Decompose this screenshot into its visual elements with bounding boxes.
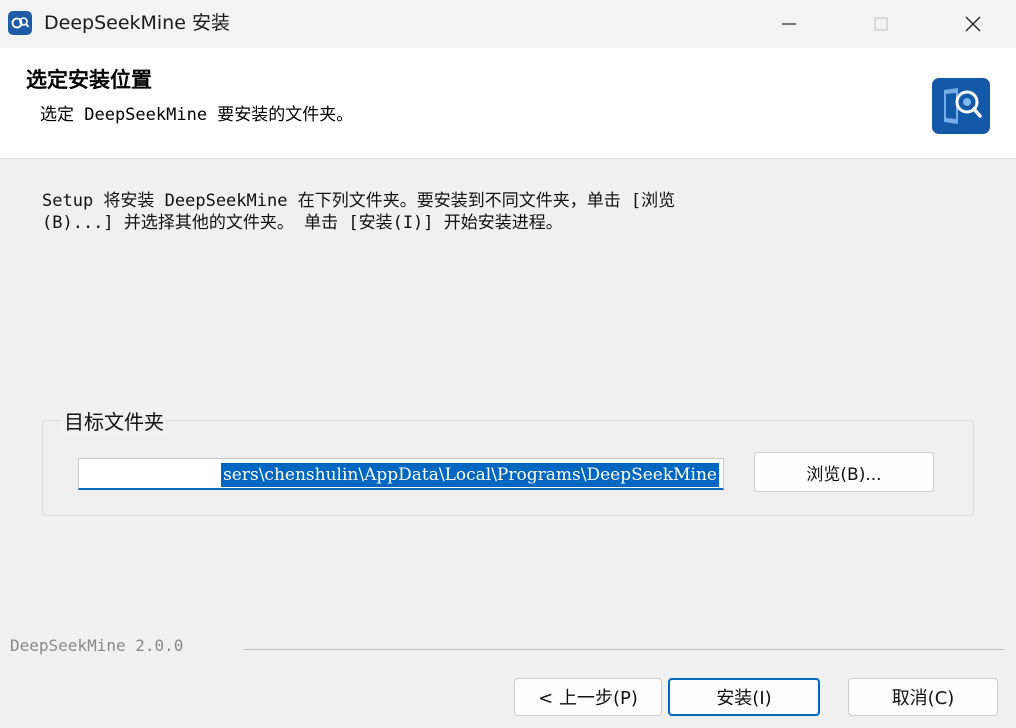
deepseekmine-logo-icon xyxy=(932,78,990,134)
maximize-button[interactable] xyxy=(836,0,926,48)
minimize-icon xyxy=(782,23,796,25)
cancel-button[interactable]: 取消(C) xyxy=(848,678,998,716)
destination-folder-label: 目标文件夹 xyxy=(62,406,166,435)
page-title: 选定安装位置 xyxy=(26,68,152,92)
maximize-icon xyxy=(874,17,888,31)
title-bar: DeepSeekMine 安装 xyxy=(0,0,1016,48)
browse-button[interactable]: 浏览(B)... xyxy=(754,452,934,492)
installer-window: DeepSeekMine 安装 选定安装位置 选定 DeepSeekMine 要… xyxy=(0,0,1016,728)
back-button[interactable]: < 上一步(P) xyxy=(514,678,662,716)
window-title: DeepSeekMine 安装 xyxy=(44,12,230,34)
close-button[interactable] xyxy=(928,0,1016,48)
close-icon xyxy=(965,16,981,32)
footer-divider xyxy=(244,649,1004,650)
install-button[interactable]: 安装(I) xyxy=(668,678,820,716)
minimize-button[interactable] xyxy=(744,0,834,48)
description-line-2: (B)...] 并选择其他的文件夹。 单击 [安装(I)] 开始安装进程。 xyxy=(42,213,563,233)
header-panel: 选定安装位置 选定 DeepSeekMine 要安装的文件夹。 xyxy=(0,48,1016,159)
description-line-1: Setup 将安装 DeepSeekMine 在下列文件夹。要安装到不同文件夹，… xyxy=(42,191,676,211)
deepseekmine-app-icon xyxy=(8,11,32,35)
install-path-value: sers\chenshulin\AppData\Local\Programs\D… xyxy=(221,463,719,487)
version-label: DeepSeekMine 2.0.0 xyxy=(10,636,184,655)
description-text: Setup 将安装 DeepSeekMine 在下列文件夹。要安装到不同文件夹，… xyxy=(42,190,942,234)
page-subtitle: 选定 DeepSeekMine 要安装的文件夹。 xyxy=(40,105,354,125)
install-path-input[interactable]: sers\chenshulin\AppData\Local\Programs\D… xyxy=(78,458,724,490)
